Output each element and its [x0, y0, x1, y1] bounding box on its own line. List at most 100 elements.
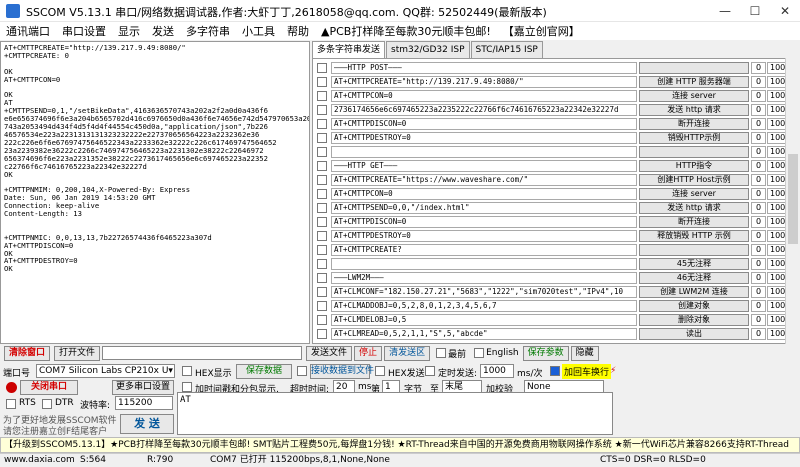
row-order-input[interactable]: 0	[751, 244, 766, 256]
row-order-input[interactable]: 0	[751, 132, 766, 144]
row-command-input[interactable]: AT+CMTTPCREATE="https://www.waveshare.co…	[331, 174, 637, 186]
row-checkbox[interactable]	[317, 189, 327, 199]
row-checkbox[interactable]	[317, 315, 327, 325]
row-checkbox[interactable]	[317, 203, 327, 213]
row-send-button[interactable]	[639, 62, 749, 74]
row-send-button[interactable]: 创建对象	[639, 300, 749, 312]
row-command-input[interactable]	[331, 146, 637, 158]
multistring-scrollbar[interactable]	[785, 58, 799, 344]
row-send-button[interactable]: 创建HTTP Host示例	[639, 174, 749, 186]
row-order-input[interactable]: 0	[751, 118, 766, 130]
menu-serial-settings[interactable]: 串口设置	[56, 23, 112, 39]
row-send-button[interactable]: 发送 http 请求	[639, 202, 749, 214]
send-button[interactable]: 发 送	[120, 414, 174, 434]
row-command-input[interactable]: AT+CMTTPSEND=0,0,"/index.html"	[331, 202, 637, 214]
row-order-input[interactable]: 0	[751, 174, 766, 186]
row-send-button[interactable]: 连接 server	[639, 90, 749, 102]
row-order-input[interactable]: 0	[751, 90, 766, 102]
row-checkbox[interactable]	[317, 329, 327, 339]
scroll-thumb[interactable]	[788, 154, 798, 244]
close-port-button[interactable]: 关闭串口	[20, 380, 78, 395]
row-checkbox[interactable]	[317, 63, 327, 73]
row-send-button[interactable]: HTTP指令	[639, 160, 749, 172]
row-order-input[interactable]: 0	[751, 188, 766, 200]
row-send-button[interactable]: 发送 http 请求	[639, 104, 749, 116]
row-command-input[interactable]: AT+CMTTPDISCON=0	[331, 216, 637, 228]
minimize-button[interactable]: —	[710, 0, 740, 22]
row-order-input[interactable]: 0	[751, 300, 766, 312]
row-send-button[interactable]: 读出	[639, 328, 749, 340]
row-send-button[interactable]: 断开连接	[639, 216, 749, 228]
more-port-settings-button[interactable]: 更多串口设置	[112, 380, 174, 395]
row-send-button[interactable]	[639, 146, 749, 158]
row-order-input[interactable]: 0	[751, 76, 766, 88]
row-command-input[interactable]: AT+CLMADDOBJ=0,5,2,8,0,1,2,3,4,5,6,7	[331, 300, 637, 312]
rts-checkbox[interactable]	[6, 399, 16, 409]
clear-send-button[interactable]: 清发送区	[384, 345, 431, 361]
open-file-button[interactable]: 打开文件	[54, 345, 101, 361]
row-order-input[interactable]: 0	[751, 104, 766, 116]
tab-stc-isp[interactable]: STC/IAP15 ISP	[470, 41, 543, 58]
row-command-input[interactable]: 2736174656e6c697465223a2235222c22766f6c7…	[331, 104, 637, 116]
menu-help[interactable]: 帮助	[281, 23, 315, 39]
row-checkbox[interactable]	[317, 133, 327, 143]
row-send-button[interactable]: 删除对象	[639, 314, 749, 326]
row-command-input[interactable]: AT+CMTTPDESTROY=0	[331, 230, 637, 242]
recv-to-file-button[interactable]: 接收数据到文件	[310, 364, 374, 379]
baud-select[interactable]: 115200	[115, 396, 173, 410]
row-command-input[interactable]: AT+CMTTPCREATE?	[331, 244, 637, 256]
row-command-input[interactable]: ———LWM2M———	[331, 272, 637, 284]
row-checkbox[interactable]	[317, 259, 327, 269]
row-checkbox[interactable]	[317, 161, 327, 171]
save-params-button[interactable]: 保存参数	[522, 345, 569, 361]
topmost-checkbox[interactable]	[436, 348, 447, 358]
row-command-input[interactable]	[331, 258, 637, 270]
row-send-button[interactable]: 释放销毁 HTTP 示例	[639, 230, 749, 242]
row-order-input[interactable]: 0	[751, 286, 766, 298]
row-send-button[interactable]	[639, 244, 749, 256]
row-checkbox[interactable]	[317, 91, 327, 101]
row-order-input[interactable]: 0	[751, 216, 766, 228]
menu-tools[interactable]: 小工具	[236, 23, 281, 39]
menu-send[interactable]: 发送	[146, 23, 180, 39]
row-checkbox[interactable]	[317, 175, 327, 185]
menu-pcb-ad[interactable]: ▲PCB打样降至每款30元顺丰包邮!	[315, 23, 497, 39]
row-order-input[interactable]: 0	[751, 160, 766, 172]
row-order-input[interactable]: 0	[751, 202, 766, 214]
row-command-input[interactable]: ———HTTP POST———	[331, 62, 637, 74]
row-order-input[interactable]: 0	[751, 230, 766, 242]
row-command-input[interactable]: AT+CLMREAD=0,5,2,1,1,"S",5,"abcde"	[331, 328, 637, 340]
row-send-button[interactable]: 连接 server	[639, 188, 749, 200]
status-site[interactable]: www.daxia.com	[4, 454, 75, 467]
row-command-input[interactable]: AT+CLMCONF="182.150.27.21","5683","1222"…	[331, 286, 637, 298]
row-command-input[interactable]: AT+CMTTPCON=0	[331, 90, 637, 102]
english-checkbox[interactable]	[474, 348, 485, 358]
save-data-button[interactable]: 保存数据	[236, 364, 292, 379]
stop-button[interactable]: 停止	[354, 345, 383, 361]
row-checkbox[interactable]	[317, 105, 327, 115]
menu-multistring[interactable]: 多字符串	[180, 23, 236, 39]
port-select[interactable]: COM7 Silicon Labs CP210x U▾	[36, 364, 175, 378]
interval-input[interactable]: 1000	[480, 364, 514, 378]
send-input[interactable]: AT	[177, 392, 613, 435]
row-checkbox[interactable]	[317, 217, 327, 227]
row-send-button[interactable]: 创建 LWM2M 连接	[639, 286, 749, 298]
tab-stm32-isp[interactable]: stm32/GD32 ISP	[386, 41, 470, 58]
recv-to-file-checkbox[interactable]	[297, 366, 307, 376]
row-send-button[interactable]: 创建 HTTP 服务器端	[639, 76, 749, 88]
tab-multistring[interactable]: 多条字符串发送	[312, 41, 386, 59]
row-send-button[interactable]: 45无注释	[639, 258, 749, 270]
row-command-input[interactable]: AT+CMTTPCREATE="http://139.217.9.49:8080…	[331, 76, 637, 88]
row-checkbox[interactable]	[317, 245, 327, 255]
row-order-input[interactable]: 0	[751, 146, 766, 158]
maximize-button[interactable]: ☐	[740, 0, 770, 22]
row-command-input[interactable]: ———HTTP GET———	[331, 160, 637, 172]
row-send-button[interactable]: 断开连接	[639, 118, 749, 130]
menu-port[interactable]: 通讯端口	[0, 23, 56, 39]
row-send-button[interactable]: 销毁HTTP示例	[639, 132, 749, 144]
row-checkbox[interactable]	[317, 77, 327, 87]
send-file-button[interactable]: 发送文件	[306, 345, 353, 361]
hide-button[interactable]: 隐藏	[570, 345, 599, 361]
row-command-input[interactable]: AT+CMTTPCON=0	[331, 188, 637, 200]
timestamp-checkbox[interactable]	[182, 382, 192, 392]
